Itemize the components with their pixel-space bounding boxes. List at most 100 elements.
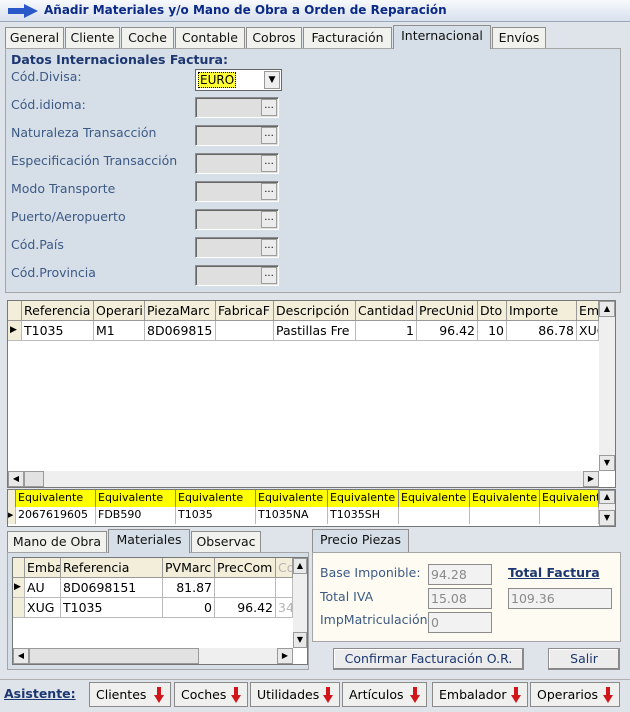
naturaleza-field[interactable]: ... bbox=[195, 125, 279, 146]
tab-general[interactable]: General bbox=[5, 27, 64, 49]
provincia-field[interactable]: ... bbox=[195, 265, 279, 286]
table-cell[interactable]: 1 bbox=[356, 321, 417, 341]
table-cell[interactable]: 86.78 bbox=[507, 321, 577, 341]
table-cell[interactable]: 96.42 bbox=[215, 598, 276, 618]
table-cell[interactable] bbox=[540, 507, 599, 524]
pais-field[interactable]: ... bbox=[195, 237, 279, 258]
table-cell[interactable]: 8D0698151 bbox=[61, 578, 163, 598]
tab-observac[interactable]: Observac bbox=[191, 531, 261, 553]
table-cell[interactable] bbox=[470, 507, 540, 524]
table-cell[interactable]: XUG bbox=[25, 598, 61, 618]
table-cell[interactable]: 81.87 bbox=[163, 578, 215, 598]
scroll-down-icon[interactable]: ▼ bbox=[293, 632, 307, 648]
ellipsis-icon[interactable]: ... bbox=[261, 99, 277, 116]
col-header[interactable]: Cantidad bbox=[356, 301, 417, 321]
ellipsis-icon[interactable]: ... bbox=[261, 211, 277, 228]
exit-button[interactable]: Salir bbox=[548, 648, 620, 670]
col-header[interactable]: Co bbox=[276, 558, 293, 578]
scroll-up-icon[interactable]: ▲ bbox=[599, 301, 615, 317]
col-header[interactable]: Equivalente bbox=[470, 490, 540, 507]
ellipsis-icon[interactable]: ... bbox=[261, 267, 277, 284]
table-cell[interactable]: Pastillas Fre bbox=[274, 321, 356, 341]
embalador-button[interactable]: Embalador bbox=[432, 682, 528, 707]
vertical-scrollbar[interactable]: ▲ ▼ bbox=[599, 301, 615, 471]
table-cell[interactable]: 8D069815 bbox=[145, 321, 216, 341]
table-cell[interactable]: 10 bbox=[478, 321, 507, 341]
total-factura-field[interactable]: 109.36 bbox=[508, 588, 612, 609]
chevron-down-icon[interactable]: ▼ bbox=[264, 71, 280, 89]
table-cell[interactable]: T1035 bbox=[22, 321, 94, 341]
horizontal-scrollbar[interactable]: ◀ ▶ bbox=[8, 471, 599, 487]
table-cell[interactable]: M1 bbox=[94, 321, 145, 341]
divisa-combo[interactable]: EURO ▼ bbox=[195, 69, 282, 91]
col-header[interactable]: PrecUnid bbox=[417, 301, 478, 321]
col-header[interactable]: Equivalent bbox=[540, 490, 599, 507]
col-header[interactable]: Equivalente bbox=[256, 490, 328, 507]
col-header[interactable]: Em bbox=[577, 301, 599, 321]
col-header[interactable]: Dto bbox=[478, 301, 507, 321]
ellipsis-icon[interactable]: ... bbox=[261, 183, 277, 200]
col-header[interactable]: Referencia bbox=[22, 301, 94, 321]
tab-mano-de-obra[interactable]: Mano de Obra bbox=[7, 531, 107, 553]
col-header[interactable]: Equivalente bbox=[328, 490, 399, 507]
horizontal-scrollbar[interactable]: ◀ ▶ bbox=[13, 648, 293, 664]
clientes-button[interactable]: Clientes bbox=[89, 682, 171, 707]
equivalents-grid[interactable]: Equivalente Equivalente Equivalente Equi… bbox=[7, 489, 616, 527]
tab-contable[interactable]: Contable bbox=[175, 27, 245, 49]
tab-materiales[interactable]: Materiales bbox=[108, 529, 190, 553]
table-cell[interactable] bbox=[216, 321, 274, 341]
scroll-thumb[interactable] bbox=[29, 648, 199, 664]
coches-button[interactable]: Coches bbox=[174, 682, 248, 707]
puerto-field[interactable]: ... bbox=[195, 209, 279, 230]
table-cell[interactable]: 0 bbox=[163, 598, 215, 618]
table-cell[interactable]: AU bbox=[25, 578, 61, 598]
col-header[interactable]: PiezaMarc bbox=[145, 301, 216, 321]
col-header[interactable]: PVMarc bbox=[163, 558, 215, 578]
col-header[interactable]: Importe bbox=[507, 301, 577, 321]
materials-grid[interactable]: Emba Referencia PVMarc PrecCom Co ▶ AU 8… bbox=[12, 557, 308, 665]
tab-precio-piezas[interactable]: Precio Piezas bbox=[312, 529, 409, 553]
confirm-button[interactable]: Confirmar Facturación O.R. bbox=[333, 648, 524, 670]
col-header[interactable]: Equivalente bbox=[399, 490, 470, 507]
scroll-up-icon[interactable]: ▲ bbox=[293, 558, 307, 574]
modo-field[interactable]: ... bbox=[195, 181, 279, 202]
tab-cobros[interactable]: Cobros bbox=[246, 27, 302, 49]
vertical-scrollbar[interactable]: ▲ ▼ bbox=[293, 558, 307, 648]
operarios-button[interactable]: Operarios bbox=[530, 682, 620, 707]
scroll-right-icon[interactable]: ▶ bbox=[583, 471, 599, 487]
table-cell[interactable] bbox=[399, 507, 470, 524]
scroll-left-icon[interactable]: ◀ bbox=[8, 471, 24, 487]
tab-envios[interactable]: Envíos bbox=[492, 27, 546, 49]
table-cell[interactable]: 96.42 bbox=[417, 321, 478, 341]
ellipsis-icon[interactable]: ... bbox=[261, 155, 277, 172]
col-header[interactable]: Referencia bbox=[61, 558, 163, 578]
col-header[interactable]: Equivalente bbox=[96, 490, 176, 507]
scroll-left-icon[interactable]: ◀ bbox=[13, 648, 29, 664]
col-header[interactable]: Equivalente bbox=[16, 490, 96, 507]
iva-field[interactable]: 15.08 bbox=[428, 588, 492, 609]
lines-grid[interactable]: Referencia Operari PiezaMarc FabricaF De… bbox=[7, 300, 616, 488]
scroll-down-icon[interactable]: ▼ bbox=[599, 455, 615, 471]
scroll-thumb[interactable] bbox=[24, 471, 44, 487]
utilidades-button[interactable]: Utilidades bbox=[250, 682, 340, 707]
tab-cliente[interactable]: Cliente bbox=[65, 27, 120, 49]
tab-facturacion[interactable]: Facturación bbox=[303, 27, 392, 49]
table-cell[interactable]: XUG bbox=[577, 321, 599, 341]
col-header[interactable]: PrecCom bbox=[215, 558, 276, 578]
scroll-down-icon[interactable]: ▼ bbox=[599, 510, 615, 526]
ellipsis-icon[interactable]: ... bbox=[261, 127, 277, 144]
table-cell[interactable]: T1035 bbox=[61, 598, 163, 618]
table-cell[interactable] bbox=[276, 578, 293, 598]
vertical-scrollbar[interactable]: ▲ ▼ bbox=[599, 490, 615, 526]
tab-coche[interactable]: Coche bbox=[121, 27, 174, 49]
articulos-button[interactable]: Artículos bbox=[342, 682, 427, 707]
scroll-right-icon[interactable]: ▶ bbox=[277, 648, 293, 664]
especificacion-field[interactable]: ... bbox=[195, 153, 279, 174]
imp-field[interactable]: 0 bbox=[428, 612, 492, 633]
tab-internacional[interactable]: Internacional bbox=[393, 25, 491, 49]
table-cell[interactable] bbox=[215, 578, 276, 598]
col-header[interactable]: Emba bbox=[25, 558, 61, 578]
table-cell[interactable]: T1035SH bbox=[328, 507, 399, 524]
table-cell[interactable]: 34 bbox=[276, 598, 293, 618]
table-cell[interactable]: T1035NA bbox=[256, 507, 328, 524]
